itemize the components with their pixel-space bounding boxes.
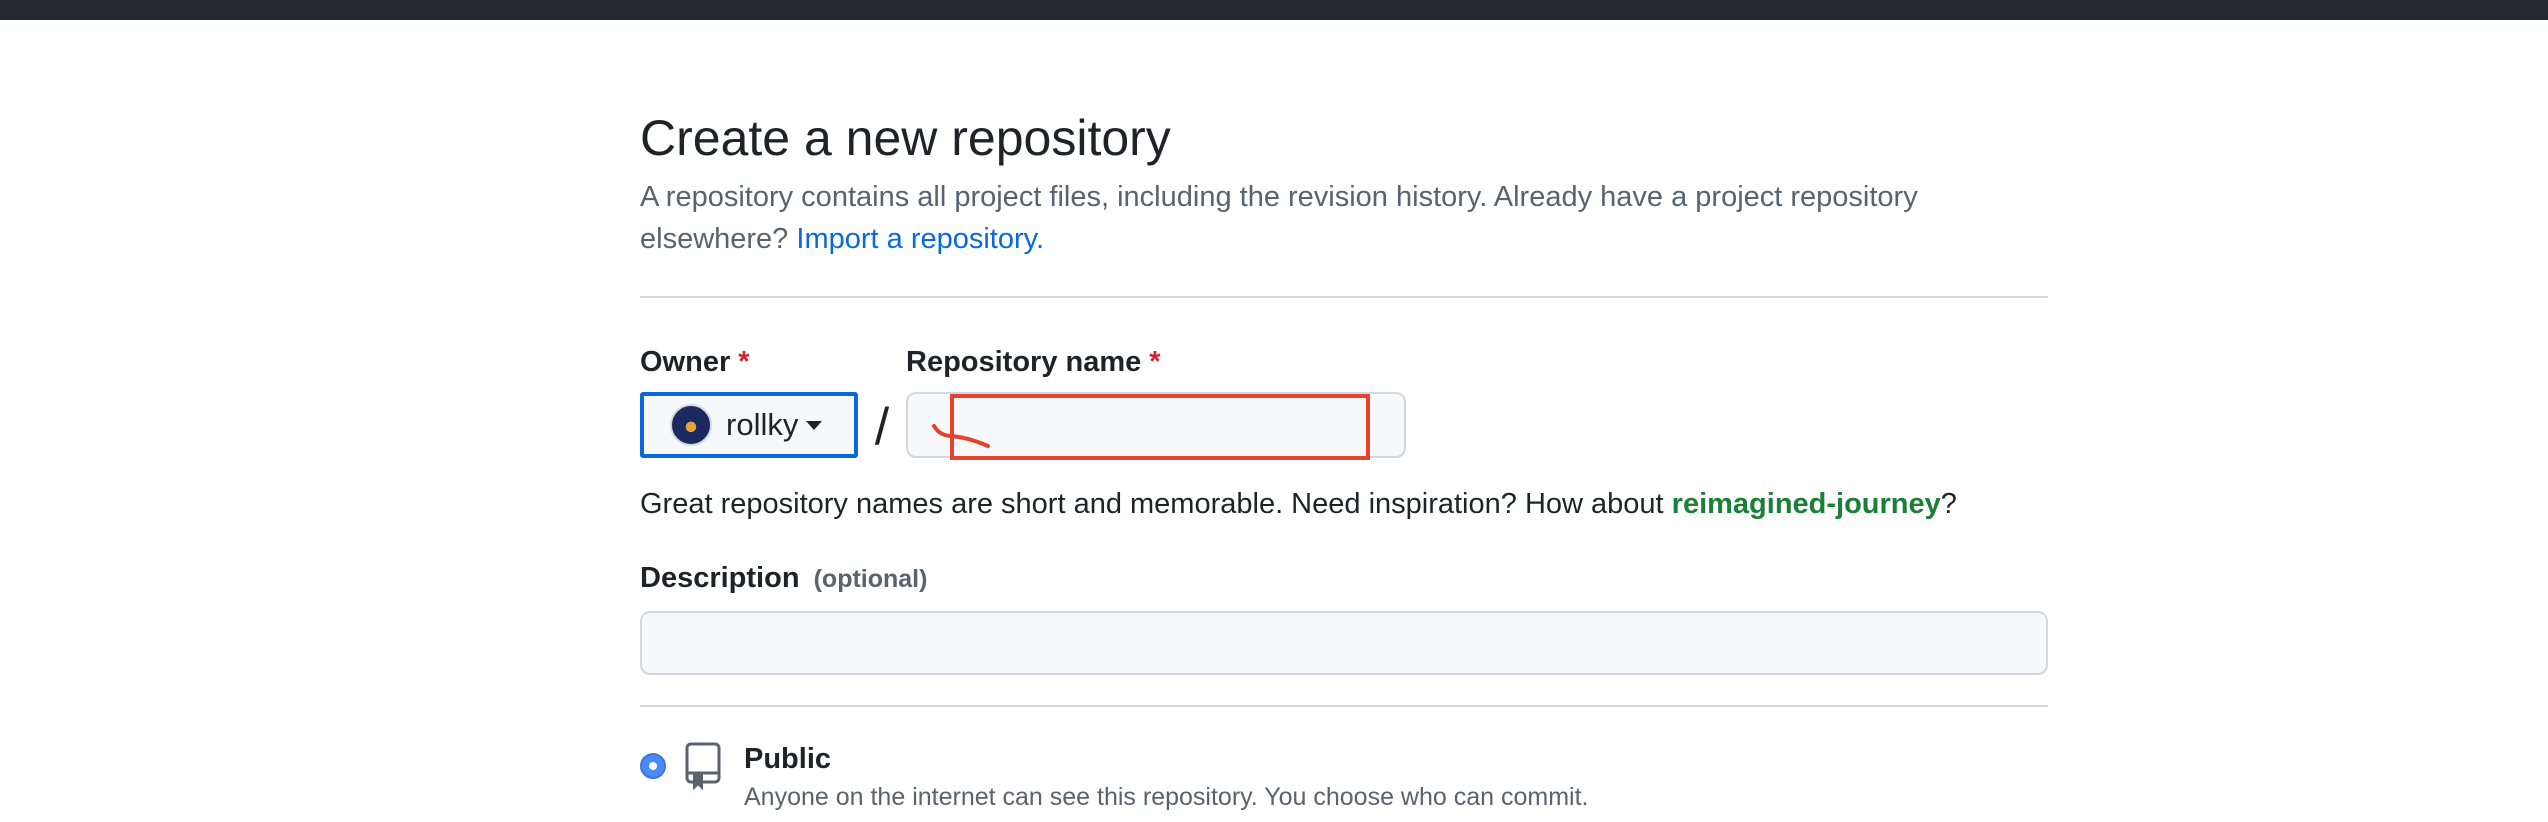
public-radio[interactable] xyxy=(640,753,666,779)
required-asterisk: * xyxy=(738,346,750,378)
owner-field: Owner * rollky xyxy=(640,344,858,458)
visibility-title: Public xyxy=(744,743,832,775)
owner-name: rollky xyxy=(726,407,799,442)
hint-text: Great repository names are short and mem… xyxy=(640,488,1664,520)
repo-name-label-text: Repository name xyxy=(906,346,1142,378)
description-label: Description (optional) xyxy=(640,560,2048,597)
page-subtitle: A repository contains all project files,… xyxy=(640,176,2048,260)
owner-select-button[interactable]: rollky xyxy=(640,392,858,458)
top-navigation-bar xyxy=(0,0,2548,20)
owner-repo-separator: / xyxy=(874,398,890,456)
owner-label: Owner * xyxy=(640,344,858,380)
owner-repo-row: Owner * rollky / Repository name * xyxy=(640,344,2048,460)
required-asterisk: * xyxy=(1149,346,1161,378)
description-input[interactable] xyxy=(640,611,2048,675)
visibility-option-public[interactable]: Public Anyone on the internet can see th… xyxy=(640,741,2048,811)
import-repository-link[interactable]: Import a repository. xyxy=(796,223,1044,255)
repo-name-label: Repository name * xyxy=(906,344,1406,380)
repo-name-hint: Great repository names are short and mem… xyxy=(640,484,2048,524)
caret-down-icon xyxy=(806,420,823,430)
new-repo-form: Create a new repository A repository con… xyxy=(640,108,2048,811)
name-suggestion-link[interactable]: reimagined-journey xyxy=(1672,488,1941,520)
visibility-description: Anyone on the internet can see this repo… xyxy=(744,783,1589,811)
section-divider xyxy=(640,705,2048,707)
hint-suffix: ? xyxy=(1940,488,1957,520)
repo-name-input[interactable] xyxy=(906,392,1406,458)
page-title: Create a new repository xyxy=(640,110,1171,166)
owner-label-text: Owner xyxy=(640,346,731,378)
optional-tag: (optional) xyxy=(813,565,928,593)
repo-icon xyxy=(685,742,721,791)
owner-avatar xyxy=(670,404,712,446)
section-divider xyxy=(640,296,2048,298)
repo-name-field: Repository name * xyxy=(906,344,1406,460)
description-label-text: Description xyxy=(640,562,800,594)
